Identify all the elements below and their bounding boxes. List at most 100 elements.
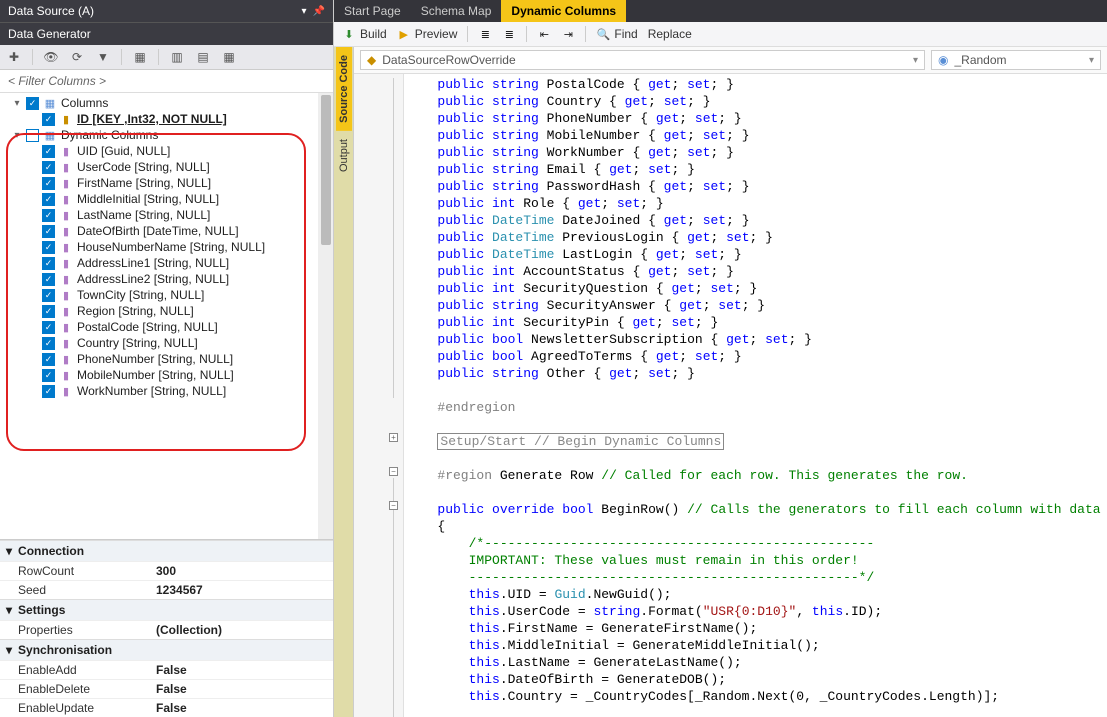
prop-row-enableupdate[interactable]: EnableUpdateFalse bbox=[0, 698, 333, 717]
checkbox-icon[interactable]: ✓ bbox=[42, 177, 55, 190]
grid3-icon[interactable]: ▦ bbox=[221, 49, 237, 65]
column-icon: ▮ bbox=[59, 320, 73, 334]
checkbox-icon[interactable]: ✓ bbox=[42, 193, 55, 206]
tree-item[interactable]: ✓▮DateOfBirth [DateTime, NULL] bbox=[0, 223, 333, 239]
tree-item[interactable]: ✓ ▮ UID [Guid, NULL] bbox=[0, 143, 333, 159]
fold-plus-icon[interactable]: + bbox=[389, 433, 398, 442]
checkbox-icon[interactable]: ✓ bbox=[42, 273, 55, 286]
prop-section-sync[interactable]: ▾Synchronisation bbox=[0, 639, 333, 660]
tree-label: HouseNumberName [String, NULL] bbox=[77, 240, 265, 254]
right-panel: Start Page Schema Map Dynamic Columns ⬇B… bbox=[334, 0, 1107, 717]
checkbox-icon[interactable]: ✓ bbox=[26, 97, 39, 110]
tree-item[interactable]: ✓▮MiddleInitial [String, NULL] bbox=[0, 191, 333, 207]
tree-item[interactable]: ✓▮AddressLine2 [String, NULL] bbox=[0, 271, 333, 287]
tree-label: MiddleInitial [String, NULL] bbox=[77, 192, 219, 206]
vtab-source-code[interactable]: Source Code bbox=[336, 47, 352, 131]
tree-label: ID [KEY ,Int32, NOT NULL] bbox=[77, 112, 227, 126]
code-editor[interactable]: public string PostalCode { get; set; } p… bbox=[404, 74, 1107, 717]
prop-row-rowcount[interactable]: RowCount300 bbox=[0, 561, 333, 580]
tree-item[interactable]: ✓▮PhoneNumber [String, NULL] bbox=[0, 351, 333, 367]
prop-row-enableadd[interactable]: EnableAddFalse bbox=[0, 660, 333, 679]
tree-item[interactable]: ✓ ▮ FirstName [String, NULL] bbox=[0, 175, 333, 191]
caret-icon[interactable]: ▾ bbox=[12, 130, 22, 141]
checkbox-icon[interactable]: ✓ bbox=[42, 113, 55, 126]
tree-root-columns[interactable]: ▾ ✓ ▦ Columns bbox=[0, 95, 333, 111]
dropdown-icon[interactable]: ▾ bbox=[302, 6, 307, 17]
prop-row-enabledelete[interactable]: EnableDeleteFalse bbox=[0, 679, 333, 698]
tab-dynamic-columns[interactable]: Dynamic Columns bbox=[501, 0, 626, 22]
grid1-icon[interactable]: ▥ bbox=[169, 49, 185, 65]
prop-section-connection[interactable]: ▾Connection bbox=[0, 540, 333, 561]
fold-minus-icon[interactable]: − bbox=[389, 501, 398, 510]
filter-icon[interactable]: ▼ bbox=[95, 49, 111, 65]
indent-left-icon[interactable]: ≣ bbox=[478, 27, 492, 41]
preview-button[interactable]: ▶Preview bbox=[397, 27, 458, 41]
member-dropdown[interactable]: ◉_Random bbox=[931, 50, 1101, 70]
replace-button[interactable]: Replace bbox=[648, 27, 692, 41]
tab-start-page[interactable]: Start Page bbox=[334, 0, 411, 22]
checkbox-icon[interactable]: ✓ bbox=[42, 209, 55, 222]
tree-item[interactable]: ✓▮AddressLine1 [String, NULL] bbox=[0, 255, 333, 271]
column-icon: ▮ bbox=[59, 240, 73, 254]
scrollbar[interactable] bbox=[318, 93, 333, 539]
tree-item[interactable]: ✓▮MobileNumber [String, NULL] bbox=[0, 367, 333, 383]
tree-label: FirstName [String, NULL] bbox=[77, 176, 211, 190]
column-icon: ▮ bbox=[59, 144, 73, 158]
checkbox-icon[interactable]: ✓ bbox=[42, 353, 55, 366]
checkbox-icon[interactable]: ✓ bbox=[42, 241, 55, 254]
tab-schema-map[interactable]: Schema Map bbox=[411, 0, 502, 22]
caret-icon[interactable]: ▾ bbox=[12, 98, 22, 109]
tree-label: Columns bbox=[61, 96, 108, 110]
columns-tree: ▾ ✓ ▦ Columns ✓ ▮ ID [KEY ,Int32, NOT NU… bbox=[0, 93, 333, 539]
column-icon: ▮ bbox=[59, 288, 73, 302]
tree-item[interactable]: ✓ ▮ HouseNumberName [String, NULL] bbox=[0, 239, 333, 255]
fold-minus-icon[interactable]: − bbox=[389, 467, 398, 476]
indent-icon[interactable]: ⇥ bbox=[561, 27, 575, 41]
checkbox-icon[interactable]: ✓ bbox=[26, 129, 39, 142]
tree-item[interactable]: ✓▮UserCode [String, NULL] bbox=[0, 159, 333, 175]
class-dropdown[interactable]: ◆DataSourceRowOverride bbox=[360, 50, 925, 70]
tree-item[interactable]: ✓▮Region [String, NULL] bbox=[0, 303, 333, 319]
build-button[interactable]: ⬇Build bbox=[342, 27, 387, 41]
checkbox-icon[interactable]: ✓ bbox=[42, 369, 55, 382]
grid2-icon[interactable]: ▤ bbox=[195, 49, 211, 65]
tree-label: WorkNumber [String, NULL] bbox=[77, 384, 226, 398]
tree-label: UID [Guid, NULL] bbox=[77, 144, 170, 158]
checkbox-icon[interactable]: ✓ bbox=[42, 145, 55, 158]
refresh-icon[interactable]: ⟳ bbox=[69, 49, 85, 65]
tree-item[interactable]: ✓▮LastName [String, NULL] bbox=[0, 207, 333, 223]
vtab-output[interactable]: Output bbox=[336, 131, 352, 180]
tree-label: Dynamic Columns bbox=[61, 128, 158, 142]
column-icon: ▮ bbox=[59, 176, 73, 190]
prop-row-properties[interactable]: Properties(Collection) bbox=[0, 620, 333, 639]
checkbox-icon[interactable]: ✓ bbox=[42, 257, 55, 270]
table-add-icon[interactable]: ▦ bbox=[132, 49, 148, 65]
view-icon[interactable]: 👁 bbox=[43, 49, 59, 65]
vertical-tabs: Source Code Output bbox=[334, 47, 354, 717]
checkbox-icon[interactable]: ✓ bbox=[42, 337, 55, 350]
prop-row-seed[interactable]: Seed1234567 bbox=[0, 580, 333, 599]
add-icon[interactable]: ✚ bbox=[6, 49, 22, 65]
checkbox-icon[interactable]: ✓ bbox=[42, 305, 55, 318]
checkbox-icon[interactable]: ✓ bbox=[42, 289, 55, 302]
tree-item-id[interactable]: ✓ ▮ ID [KEY ,Int32, NOT NULL] bbox=[0, 111, 333, 127]
tree-item[interactable]: ✓▮WorkNumber [String, NULL] bbox=[0, 383, 333, 399]
play-icon: ▶ bbox=[397, 27, 411, 41]
find-button[interactable]: 🔍Find bbox=[596, 27, 637, 41]
checkbox-icon[interactable]: ✓ bbox=[42, 385, 55, 398]
column-icon: ▮ bbox=[59, 352, 73, 366]
build-icon: ⬇ bbox=[342, 27, 356, 41]
outdent-icon[interactable]: ⇤ bbox=[537, 27, 551, 41]
checkbox-icon[interactable]: ✓ bbox=[42, 321, 55, 334]
filter-columns-input[interactable]: < Filter Columns > bbox=[0, 70, 333, 93]
panel-title-text: Data Source (A) bbox=[8, 4, 94, 18]
tree-root-dynamic[interactable]: ▾ ✓ ▦ Dynamic Columns bbox=[0, 127, 333, 143]
checkbox-icon[interactable]: ✓ bbox=[42, 225, 55, 238]
pin-icon[interactable]: 📌 bbox=[313, 6, 325, 17]
tree-item[interactable]: ✓▮TownCity [String, NULL] bbox=[0, 287, 333, 303]
checkbox-icon[interactable]: ✓ bbox=[42, 161, 55, 174]
prop-section-settings[interactable]: ▾Settings bbox=[0, 599, 333, 620]
tree-item[interactable]: ✓▮PostalCode [String, NULL] bbox=[0, 319, 333, 335]
indent-right-icon[interactable]: ≣ bbox=[502, 27, 516, 41]
tree-item[interactable]: ✓▮Country [String, NULL] bbox=[0, 335, 333, 351]
